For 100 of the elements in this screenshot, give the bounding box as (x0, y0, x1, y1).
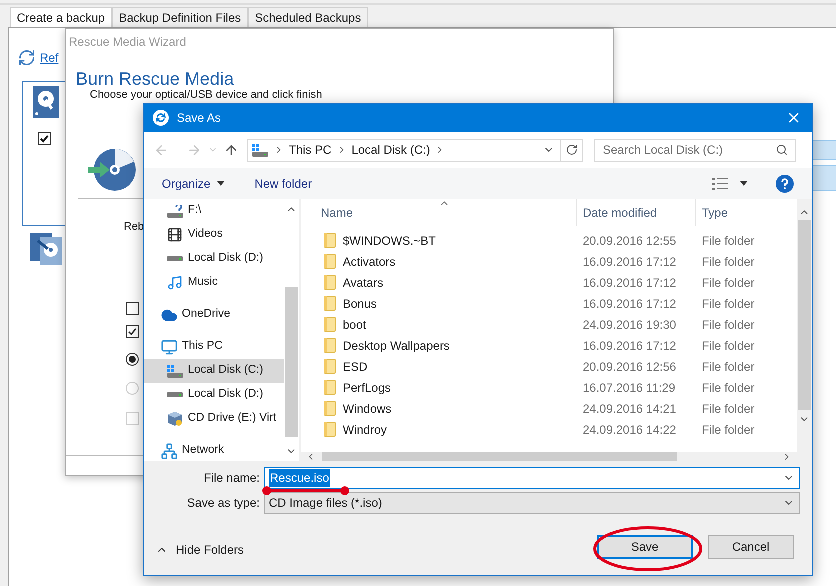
drive-icon (167, 256, 183, 262)
computer-icon (160, 338, 178, 356)
date-cell-text: 24.09.2016 19:30 (582, 316, 678, 334)
save-type-select[interactable]: CD Image files (*.iso) (264, 492, 800, 514)
nav-label: Local Disk (C:) (188, 363, 264, 378)
type-cell-text: File folder (701, 358, 755, 376)
tab[interactable]: Scheduled Backups (248, 7, 368, 27)
checkbox[interactable] (38, 132, 51, 145)
help-icon[interactable] (776, 174, 794, 192)
save-button[interactable]: Save (597, 535, 693, 559)
checkbox[interactable] (126, 302, 139, 315)
nav-item[interactable]: F:\ (144, 199, 284, 223)
hide-folders-button[interactable]: Hide Folders (156, 541, 244, 559)
film-icon (167, 227, 183, 243)
file-name-cell[interactable]: PerfLogs (343, 378, 392, 396)
disk-restore-icon (30, 233, 62, 265)
nav-item[interactable]: Music (144, 271, 284, 295)
tab[interactable]: Backup Definition Files (112, 7, 248, 27)
file-name-cell[interactable]: ESD (343, 358, 368, 376)
nav-item[interactable]: Local Disk (D:) (144, 383, 284, 407)
file-name-cell[interactable]: boot (343, 316, 366, 334)
radio-button[interactable] (126, 353, 139, 366)
window-title: Rescue Media Wizard (69, 34, 186, 51)
wizard-heading: Burn Rescue Media (76, 68, 234, 90)
nav-label: OneDrive (182, 307, 231, 322)
date-cell-text: 16.09.2016 17:12 (582, 274, 678, 292)
breadcrumb-item[interactable]: Local Disk (C:) (352, 141, 430, 159)
address-bar[interactable]: This PC Local Disk (C:) (247, 138, 583, 162)
partial-label: Reb (124, 220, 144, 235)
nav-item[interactable]: Local Disk (C:) (144, 359, 284, 383)
disc-burn-icon (88, 147, 136, 192)
new-folder-button[interactable]: New folder (254, 174, 312, 192)
drive-icon (166, 364, 184, 378)
search-icon (776, 144, 788, 156)
search-field[interactable]: Search Local Disk (C:) (594, 138, 796, 162)
file-name-cell[interactable]: Activators (343, 252, 396, 270)
folder-icon (324, 254, 336, 269)
type-cell-text: File folder (701, 422, 755, 438)
view-options-icon[interactable] (712, 178, 728, 190)
breadcrumb-item[interactable]: This PC (289, 141, 332, 159)
column-header[interactable]: Date modified (577, 199, 696, 226)
nav-label: Network (182, 443, 224, 458)
folder-icon (324, 401, 336, 416)
app-logo-icon (153, 110, 169, 126)
date-cell-text: 24.09.2016 14:21 (582, 400, 678, 418)
date-cell-text: 24.09.2016 14:22 (582, 422, 678, 438)
file-name-cell[interactable]: Bonus (343, 294, 378, 312)
type-cell-text: File folder (701, 338, 755, 354)
music-note-icon (167, 275, 183, 291)
date-cell-text: 20.09.2016 12:56 (582, 358, 678, 376)
nav-label: This PC (182, 339, 223, 354)
refresh-icon (18, 49, 36, 67)
file-name-cell[interactable]: Windows (343, 400, 392, 418)
scrollbar[interactable] (301, 452, 812, 461)
network-icon (160, 442, 178, 460)
folder-icon (324, 422, 336, 437)
file-name-cell[interactable]: Avatars (343, 274, 384, 292)
field-label: File name: (202, 470, 261, 487)
nav-label: Music (188, 275, 218, 290)
nav-label: Local Disk (D:) (188, 251, 264, 266)
date-cell-text: 16.09.2016 17:12 (582, 254, 678, 270)
nav-label: Videos (188, 227, 223, 242)
organize-button[interactable]: Organize (162, 174, 225, 192)
nav-label: Local Disk (D:) (188, 387, 264, 402)
scrollbar[interactable] (797, 199, 812, 452)
type-cell-text: File folder (701, 400, 755, 418)
cd-drive-icon (167, 411, 183, 427)
folder-icon (324, 233, 336, 248)
nav-item[interactable]: This PC (144, 335, 284, 359)
refresh-icon[interactable] (566, 144, 578, 156)
date-cell-text: 16.09.2016 17:12 (582, 296, 678, 312)
caret-icon[interactable] (740, 181, 748, 186)
nav-item[interactable]: CD Drive (E:) Virt (144, 407, 284, 431)
file-name-cell[interactable]: $WINDOWS.~BT (343, 232, 436, 250)
date-cell-text: 16.07.2016 11:29 (582, 380, 677, 396)
file-name-field[interactable]: Rescue.iso (264, 467, 800, 489)
field-label: Save as type: (186, 495, 261, 512)
folder-icon (324, 296, 336, 311)
up-icon[interactable] (224, 142, 239, 158)
file-name-cell[interactable]: Desktop Wallpapers (343, 336, 450, 354)
nav-item[interactable]: OneDrive (144, 303, 284, 327)
nav-item[interactable]: Network (144, 439, 284, 461)
nav-item[interactable]: Videos (144, 223, 284, 247)
cancel-button[interactable]: Cancel (708, 535, 794, 559)
type-cell-text: File folder (701, 296, 755, 312)
type-cell-text: File folder (701, 316, 755, 334)
dialog-title: Save As (177, 110, 222, 127)
folder-icon (324, 275, 336, 290)
column-header[interactable]: Name (301, 199, 577, 226)
date-cell-text: 16.09.2016 17:12 (582, 338, 678, 354)
nav-item[interactable]: Local Disk (D:) (144, 247, 284, 271)
instruction-text: Choose your optical/USB device and click finish (90, 88, 322, 103)
file-name-cell[interactable]: Windroy (343, 420, 388, 438)
drive-icon (167, 392, 183, 398)
refresh-link[interactable]: Ref (40, 49, 59, 67)
column-header[interactable]: Type (696, 204, 728, 222)
type-cell-text: File folder (701, 232, 755, 250)
tab[interactable]: Create a backup (10, 7, 112, 27)
checkbox[interactable] (126, 325, 139, 338)
nav-label: F:\ (188, 203, 202, 218)
